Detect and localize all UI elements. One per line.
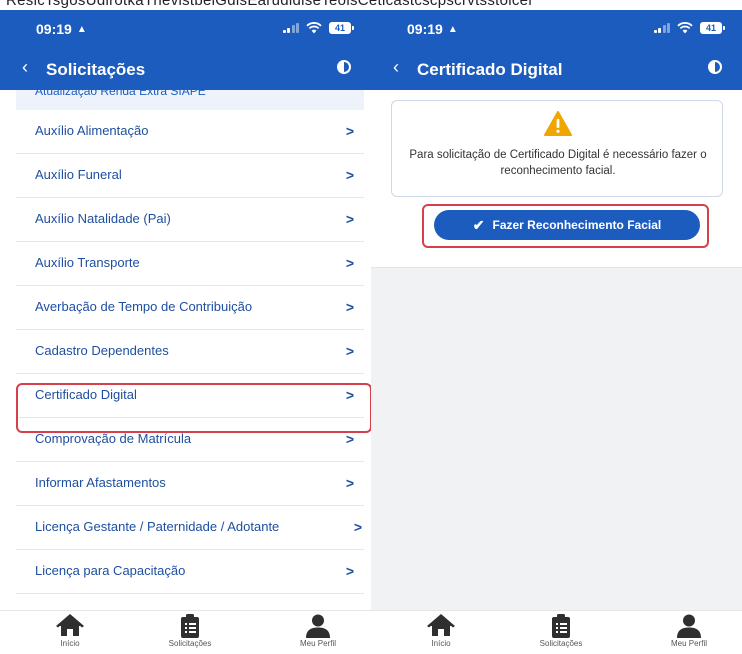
list-item-label: Auxílio Natalidade (Pai) [35, 211, 171, 226]
battery-icon: 41 [329, 22, 354, 34]
chevron-right-icon: > [345, 563, 354, 579]
list-item-licenca-gestante[interactable]: Licença Gestante / Paternidade / Adotant… [16, 506, 364, 550]
contrast-icon[interactable] [337, 60, 351, 74]
app-bar: 09:19 ▲ 41 ‹ Solicitações [0, 10, 371, 90]
cropped-text: ReslcTsgosUdlrotkaTnevlstbelGdlsEarudldl… [6, 0, 532, 9]
chevron-right-icon: > [345, 123, 354, 139]
facial-recognition-notice: Para solicitação de Certificado Digital … [391, 100, 723, 197]
status-time: 09:19 ▲ [407, 21, 458, 37]
list-item-informar-afastamentos[interactable]: Informar Afastamentos > [16, 462, 364, 506]
list-item-label: Averbação de Tempo de Contribuição [35, 299, 253, 314]
highlight-certificado-digital [16, 383, 371, 433]
list-item-label: Comprovação de Matrícula [35, 431, 192, 446]
page-title: Certificado Digital [417, 60, 563, 79]
bottom-nav: Início Solicitações Meu Perfil [0, 610, 371, 654]
status-icons: 41 [653, 22, 725, 34]
list-item-auxilio-natalidade[interactable]: Auxílio Natalidade (Pai) > [16, 198, 364, 242]
solicitacoes-screen: 09:19 ▲ 41 ‹ Solicitações Atualização Re… [0, 10, 371, 654]
app-bar: 09:19 ▲ 41 ‹ Certificado Digital [371, 10, 742, 90]
list-item-label: Licença para Capacitação [35, 563, 186, 578]
wifi-icon [306, 22, 322, 34]
page-title: Solicitações [46, 60, 146, 79]
certificado-digital-screen: 09:19 ▲ 41 ‹ Certificado Digital Para so… [371, 10, 742, 654]
bottom-nav: Início Solicitações Meu Perfil [371, 610, 742, 654]
warning-icon [544, 111, 572, 136]
nav-inicio[interactable]: Início [30, 614, 110, 648]
chevron-right-icon: > [345, 475, 354, 491]
signal-icon [282, 23, 299, 33]
status-icons: 41 [282, 22, 354, 34]
list-item-partial[interactable]: Atualização Renda Extra SIAPE [16, 90, 364, 110]
list-item-label: Auxílio Funeral [35, 167, 122, 182]
nav-meu-perfil[interactable]: Meu Perfil [649, 614, 729, 648]
list-item-cadastro-dependentes[interactable]: Cadastro Dependentes > [16, 330, 364, 374]
status-time: 09:19 ▲ [36, 21, 87, 37]
nav-solicitacoes[interactable]: Solicitações [150, 614, 230, 648]
home-icon [427, 614, 455, 636]
list-item-auxilio-funeral[interactable]: Auxílio Funeral > [16, 154, 364, 198]
list-item-label: Auxílio Alimentação [35, 123, 149, 138]
user-icon [677, 614, 701, 638]
cropped-text-strip: ReslcTsgosUdlrotkaTnevlstbelGdlsEarudldl… [0, 0, 742, 10]
chevron-right-icon: > [353, 519, 362, 535]
list-item-averbacao[interactable]: Averbação de Tempo de Contribuição > [16, 286, 364, 330]
list-item-label: Informar Afastamentos [35, 475, 166, 490]
list-item-licenca-capacitacao[interactable]: Licença para Capacitação > [16, 550, 364, 594]
nav-solicitacoes[interactable]: Solicitações [521, 614, 601, 648]
nav-inicio[interactable]: Início [401, 614, 481, 648]
chevron-right-icon: > [345, 167, 354, 183]
signal-icon [653, 23, 670, 33]
facial-recognition-button-label: Fazer Reconhecimento Facial [492, 218, 662, 232]
contrast-icon[interactable] [708, 60, 722, 74]
nav-meu-perfil[interactable]: Meu Perfil [278, 614, 358, 648]
list-item-label: Licença Gestante / Paternidade / Adotant… [35, 519, 280, 534]
battery-icon: 41 [700, 22, 725, 34]
solicitacoes-list: Atualização Renda Extra SIAPE Auxílio Al… [16, 90, 364, 610]
check-icon: ✔ [472, 216, 485, 233]
location-arrow-icon: ▲ [76, 23, 87, 35]
facial-recognition-button[interactable]: ✔ Fazer Reconhecimento Facial [434, 210, 700, 240]
chevron-left-icon[interactable]: ‹ [22, 58, 28, 76]
chevron-right-icon: > [345, 255, 354, 271]
user-icon [306, 614, 330, 638]
chevron-right-icon: > [345, 299, 354, 315]
chevron-right-icon: > [345, 431, 354, 447]
list-item-label: Auxílio Transporte [35, 255, 140, 270]
content-background [371, 267, 742, 610]
list-item-auxilio-transporte[interactable]: Auxílio Transporte > [16, 242, 364, 286]
notice-text: Para solicitação de Certificado Digital … [409, 149, 707, 177]
wifi-icon [677, 22, 693, 34]
location-arrow-icon: ▲ [447, 23, 458, 35]
list-item-label: Cadastro Dependentes [35, 343, 169, 358]
chevron-right-icon: > [345, 343, 354, 359]
clipboard-list-icon [181, 614, 199, 638]
clipboard-list-icon [552, 614, 570, 638]
chevron-right-icon: > [345, 211, 354, 227]
chevron-left-icon[interactable]: ‹ [393, 58, 399, 76]
home-icon [56, 614, 84, 636]
list-item-auxilio-alimentacao[interactable]: Auxílio Alimentação > [16, 110, 364, 154]
